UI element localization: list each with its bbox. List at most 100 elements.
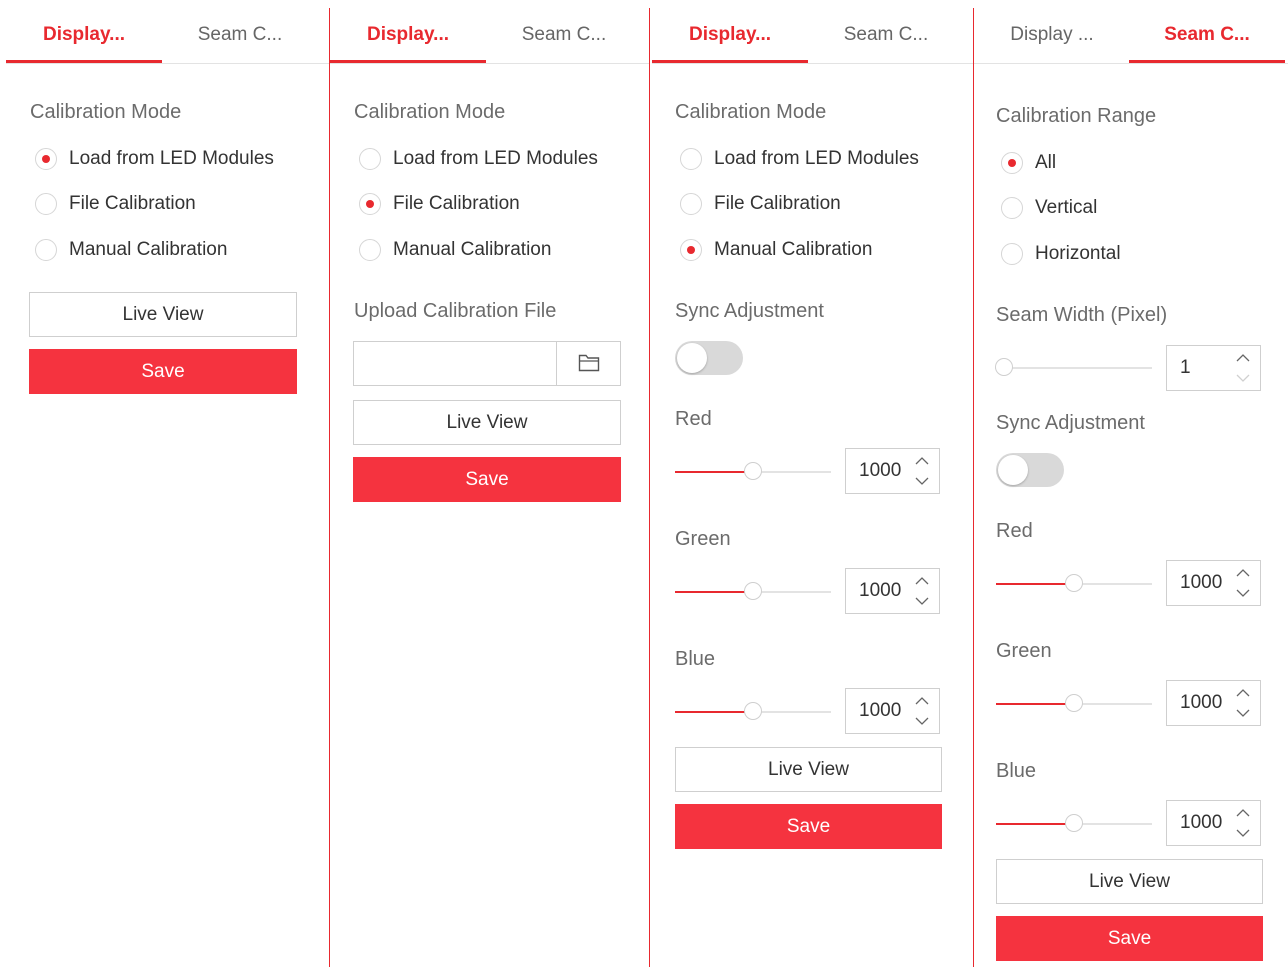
- blue-value-stepper[interactable]: 1000: [845, 688, 940, 734]
- tab-seam[interactable]: Seam C...: [808, 8, 964, 63]
- radio-file-calibration[interactable]: File Calibration: [680, 191, 841, 217]
- slider-thumb[interactable]: [744, 582, 762, 600]
- seam-width-slider[interactable]: [995, 358, 1152, 378]
- red-value-stepper[interactable]: 1000: [845, 448, 940, 494]
- radio-manual-calibration[interactable]: Manual Calibration: [35, 237, 227, 263]
- radio-button[interactable]: [359, 148, 381, 170]
- radio-button[interactable]: [35, 239, 57, 261]
- tab-bar: Display... Seam C...: [652, 8, 973, 64]
- save-button[interactable]: Save: [353, 457, 621, 502]
- toggle-knob: [998, 455, 1028, 485]
- tab-display[interactable]: Display ...: [974, 8, 1130, 63]
- save-button[interactable]: Save: [675, 804, 942, 849]
- green-slider[interactable]: [675, 582, 831, 602]
- radio-button[interactable]: [359, 239, 381, 261]
- panel-file-calibration: Display... Seam C... Calibration Mode Lo…: [330, 8, 650, 967]
- green-value-stepper[interactable]: 1000: [845, 568, 940, 614]
- calibration-range-label: Calibration Range: [996, 105, 1157, 127]
- radio-label: File Calibration: [69, 193, 196, 214]
- upload-calibration-label: Upload Calibration File: [354, 300, 557, 322]
- green-label: Green: [996, 640, 1052, 662]
- sync-adjustment-toggle[interactable]: [675, 341, 743, 375]
- tab-seam[interactable]: Seam C...: [162, 8, 318, 63]
- stepper-arrows-icon[interactable]: [1234, 567, 1252, 599]
- radio-manual-calibration[interactable]: Manual Calibration: [680, 237, 872, 263]
- tab-display[interactable]: Display...: [6, 8, 162, 63]
- radio-label: Manual Calibration: [393, 239, 552, 260]
- stepper-value: 1000: [859, 700, 902, 721]
- blue-value-stepper[interactable]: 1000: [1166, 800, 1261, 846]
- calibration-mode-label: Calibration Mode: [30, 101, 182, 123]
- slider-fill: [675, 711, 753, 713]
- calibration-file-input[interactable]: [353, 341, 621, 386]
- red-label: Red: [996, 520, 1033, 542]
- tab-bar: Display ... Seam C...: [974, 8, 1288, 64]
- blue-slider[interactable]: [996, 814, 1152, 834]
- radio-label: File Calibration: [393, 193, 520, 214]
- green-value-stepper[interactable]: 1000: [1166, 680, 1261, 726]
- slider-thumb[interactable]: [1065, 694, 1083, 712]
- radio-file-calibration[interactable]: File Calibration: [359, 191, 520, 217]
- radio-manual-calibration[interactable]: Manual Calibration: [359, 237, 551, 263]
- slider-thumb[interactable]: [744, 702, 762, 720]
- panel-manual-calibration: Display... Seam C... Calibration Mode Lo…: [650, 8, 973, 967]
- stepper-arrows-icon[interactable]: [913, 695, 931, 727]
- tab-seam[interactable]: Seam C...: [1129, 8, 1285, 63]
- seam-width-stepper[interactable]: 1: [1166, 345, 1261, 391]
- slider-thumb[interactable]: [1065, 814, 1083, 832]
- panel-load-from-led: Display... Seam C... Calibration Mode Lo…: [0, 8, 330, 967]
- radio-button[interactable]: [1001, 243, 1023, 265]
- stepper-arrows-icon[interactable]: [1234, 807, 1252, 839]
- radio-label: Load from LED Modules: [393, 148, 598, 169]
- radio-file-calibration[interactable]: File Calibration: [35, 191, 196, 217]
- green-label: Green: [675, 528, 731, 550]
- radio-button[interactable]: [680, 148, 702, 170]
- input-divider: [556, 342, 557, 385]
- slider-fill: [996, 703, 1074, 705]
- save-button[interactable]: Save: [996, 916, 1263, 961]
- radio-button[interactable]: [35, 148, 57, 170]
- calibration-mode-label: Calibration Mode: [354, 101, 506, 123]
- stepper-arrows-icon[interactable]: [913, 455, 931, 487]
- slider-thumb[interactable]: [1065, 574, 1083, 592]
- radio-label: Load from LED Modules: [69, 148, 274, 169]
- toggle-knob: [677, 343, 707, 373]
- slider-thumb[interactable]: [744, 462, 762, 480]
- slider-thumb[interactable]: [995, 358, 1013, 376]
- live-view-button[interactable]: Live View: [996, 859, 1263, 904]
- radio-load-from-led[interactable]: Load from LED Modules: [35, 146, 274, 172]
- red-value-stepper[interactable]: 1000: [1166, 560, 1261, 606]
- tab-display[interactable]: Display...: [652, 8, 808, 63]
- calibration-mode-label: Calibration Mode: [675, 101, 827, 123]
- live-view-button[interactable]: Live View: [675, 747, 942, 792]
- radio-range-horizontal[interactable]: Horizontal: [1001, 241, 1121, 267]
- radio-button[interactable]: [35, 193, 57, 215]
- radio-button[interactable]: [1001, 152, 1023, 174]
- radio-range-vertical[interactable]: Vertical: [1001, 195, 1097, 221]
- slider-fill: [996, 823, 1074, 825]
- tab-display[interactable]: Display...: [330, 8, 486, 63]
- blue-slider[interactable]: [675, 702, 831, 722]
- red-slider[interactable]: [996, 574, 1152, 594]
- stepper-arrows-icon[interactable]: [1234, 352, 1252, 384]
- radio-button[interactable]: [1001, 197, 1023, 219]
- live-view-button[interactable]: Live View: [29, 292, 297, 337]
- sync-adjustment-toggle[interactable]: [996, 453, 1064, 487]
- stepper-arrows-icon[interactable]: [913, 575, 931, 607]
- save-button[interactable]: Save: [29, 349, 297, 394]
- red-slider[interactable]: [675, 462, 831, 482]
- folder-icon[interactable]: [578, 353, 600, 377]
- stepper-value: 1000: [859, 580, 902, 601]
- live-view-button[interactable]: Live View: [353, 400, 621, 445]
- tab-seam[interactable]: Seam C...: [486, 8, 642, 63]
- green-slider[interactable]: [996, 694, 1152, 714]
- radio-button[interactable]: [359, 193, 381, 215]
- radio-load-from-led[interactable]: Load from LED Modules: [680, 146, 919, 172]
- radio-button[interactable]: [680, 239, 702, 261]
- radio-load-from-led[interactable]: Load from LED Modules: [359, 146, 598, 172]
- stepper-arrows-icon[interactable]: [1234, 687, 1252, 719]
- radio-label: File Calibration: [714, 193, 841, 214]
- panel-seam-calibration: Display ... Seam C... Calibration Range …: [974, 8, 1288, 967]
- radio-button[interactable]: [680, 193, 702, 215]
- radio-range-all[interactable]: All: [1001, 150, 1056, 176]
